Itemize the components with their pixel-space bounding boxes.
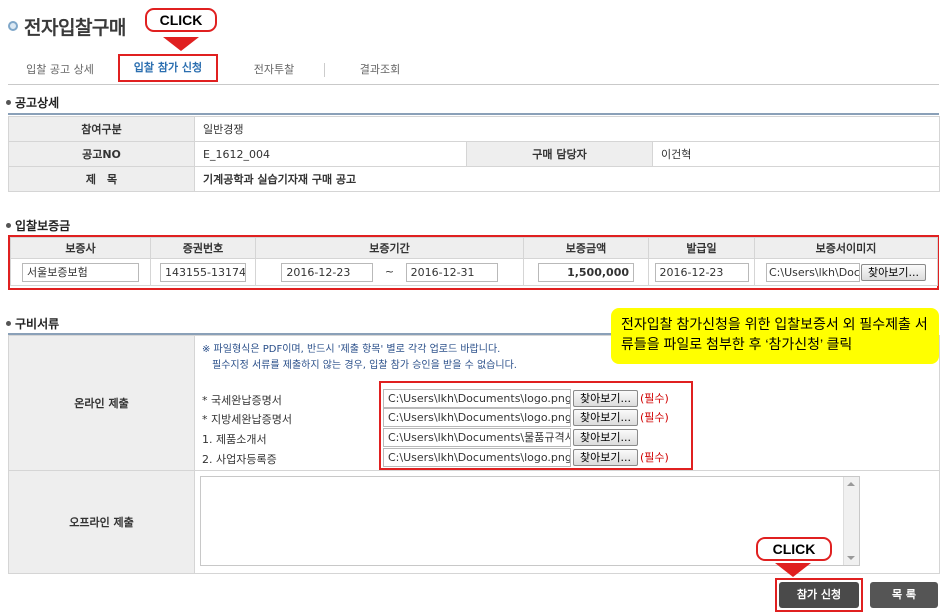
scroll-down-icon[interactable] bbox=[847, 556, 855, 560]
instruction-callout: 전자입찰 참가신청을 위한 입찰보증서 외 필수제출 서류들을 파일로 첨부한 … bbox=[611, 308, 939, 364]
participation-label: 참여구분 bbox=[8, 116, 195, 142]
tab-results[interactable]: 결과조회 bbox=[328, 55, 432, 85]
upload-notice-line1: ※ 파일형식은 PDF이며, 반드시 '제출 항목' 별로 각각 업로드 바랍니… bbox=[202, 344, 501, 355]
documents-section-heading: 구비서류 bbox=[6, 315, 59, 332]
tab-electronic-bidding[interactable]: 전자투찰 bbox=[226, 55, 322, 85]
section-bullet-icon bbox=[6, 223, 11, 228]
title-bullet-icon bbox=[8, 21, 18, 31]
documents-section-title: 구비서류 bbox=[15, 317, 60, 331]
issue-date-header: 발급일 bbox=[648, 237, 755, 259]
tab-callout-arrow-icon bbox=[163, 37, 199, 51]
required-mark: (필수) bbox=[639, 391, 669, 405]
subject-value: 기계공학과 실습기자재 구매 공고 bbox=[193, 166, 941, 192]
doc-file-path-national-tax[interactable]: C:\Users\lkh\Documents\logo.png bbox=[383, 389, 571, 408]
section-divider bbox=[8, 113, 939, 115]
doc-label-business-reg: 2. 사업자등록증 bbox=[202, 453, 277, 466]
amount-header: 보증금액 bbox=[523, 237, 649, 259]
upload-notice-line2: 필수지정 서류를 제출하지 않는 경우, 입찰 참가 승인을 받을 수 없습니다… bbox=[212, 360, 517, 371]
manager-value: 이건혁 bbox=[651, 141, 941, 167]
period-start-input[interactable]: 2016-12-23 bbox=[281, 262, 374, 282]
tab-click-callout: CLICK bbox=[145, 8, 217, 32]
notice-no-value: E_1612_004 bbox=[194, 141, 467, 167]
doc-file-row: C:\Users\lkh\Documents\logo.png 찾아보기... (필… bbox=[383, 448, 669, 467]
doc-file-path-business-reg[interactable]: C:\Users\lkh\Documents\logo.png bbox=[383, 448, 571, 467]
notice-no-label: 공고NO bbox=[8, 141, 195, 167]
required-mark: (필수) bbox=[639, 450, 669, 464]
period-separator: ~ bbox=[384, 265, 395, 278]
list-button[interactable]: 목 록 bbox=[870, 582, 938, 608]
guarantee-section-heading: 입찰보증금 bbox=[6, 217, 70, 234]
period-header: 보증기간 bbox=[255, 237, 524, 259]
section-bullet-icon bbox=[6, 321, 11, 326]
issue-date-input[interactable]: 2016-12-23 bbox=[654, 262, 749, 282]
guarantor-input[interactable]: 서울보증보험 bbox=[22, 262, 139, 282]
notice-detail-table: 참여구분 일반경쟁 공고NO E_1612_004 구매 담당자 이건혁 제 목… bbox=[8, 116, 941, 192]
required-mark: (필수) bbox=[639, 410, 669, 424]
browse-button-local-tax[interactable]: 찾아보기... bbox=[573, 409, 638, 426]
guarantee-image-path[interactable]: C:\Users\lkh\Docu bbox=[766, 262, 860, 282]
amount-input[interactable]: 1,500,000 bbox=[538, 262, 634, 282]
browse-button-business-reg[interactable]: 찾아보기... bbox=[573, 449, 638, 466]
scroll-up-icon[interactable] bbox=[847, 482, 855, 486]
doc-label-product-intro: 1. 제품소개서 bbox=[202, 433, 267, 446]
policy-no-header: 증권번호 bbox=[150, 237, 256, 259]
image-header: 보증서이미지 bbox=[754, 237, 938, 259]
browse-button-product-intro[interactable]: 찾아보기... bbox=[573, 429, 638, 446]
guarantee-table: 보증사 증권번호 보증기간 보증금액 발급일 보증서이미지 서울보증보험 143… bbox=[10, 237, 938, 286]
page-title: 전자입찰구매 bbox=[24, 17, 126, 39]
textarea-scrollbar[interactable] bbox=[843, 477, 859, 565]
doc-label-national-tax: * 국세완납증명서 bbox=[202, 394, 282, 407]
guarantor-header: 보증사 bbox=[10, 237, 151, 259]
participation-value: 일반경쟁 bbox=[193, 116, 941, 142]
doc-file-row: C:\Users\lkh\Documents\logo.png 찾아보기... (필… bbox=[383, 408, 669, 427]
online-submit-label: 온라인 제출 bbox=[8, 335, 195, 471]
tab-divider bbox=[324, 63, 325, 77]
manager-label: 구매 담당자 bbox=[466, 141, 653, 167]
notice-section-heading: 공고상세 bbox=[6, 94, 59, 111]
guarantee-section-title: 입찰보증금 bbox=[15, 219, 71, 233]
period-end-input[interactable]: 2016-12-31 bbox=[405, 262, 498, 282]
tab-bid-application[interactable]: 입찰 참가 신청 bbox=[118, 54, 218, 82]
submit-callout-arrow-icon bbox=[775, 563, 811, 577]
apply-button[interactable]: 참가 신청 bbox=[779, 582, 859, 608]
doc-label-local-tax: * 지방세완납증명서 bbox=[202, 413, 292, 426]
section-bullet-icon bbox=[6, 100, 11, 105]
doc-file-path-local-tax[interactable]: C:\Users\lkh\Documents\logo.png bbox=[383, 408, 571, 427]
tab-bar: 입찰 공고 상세 입찰 참가 신청 전자투찰 결과조회 bbox=[8, 54, 939, 85]
doc-file-path-product-intro[interactable]: C:\Users\lkh\Documents\물품규격서 bbox=[383, 428, 571, 447]
doc-file-row: C:\Users\lkh\Documents\logo.png 찾아보기... (필… bbox=[383, 389, 669, 408]
offline-submit-label: 오프라인 제출 bbox=[8, 470, 195, 574]
guarantee-image-browse-button[interactable]: 찾아보기... bbox=[861, 263, 926, 281]
notice-section-title: 공고상세 bbox=[15, 96, 60, 110]
policy-no-input[interactable]: 143155-13174 bbox=[160, 262, 246, 282]
guarantee-highlight-box: 보증사 증권번호 보증기간 보증금액 발급일 보증서이미지 서울보증보험 143… bbox=[8, 235, 939, 290]
doc-file-row: C:\Users\lkh\Documents\물품규격서 찾아보기... bbox=[383, 428, 638, 447]
submit-click-callout: CLICK bbox=[756, 537, 832, 561]
tab-notice-detail[interactable]: 입찰 공고 상세 bbox=[8, 55, 112, 85]
subject-label: 제 목 bbox=[8, 166, 195, 192]
browse-button-national-tax[interactable]: 찾아보기... bbox=[573, 390, 638, 407]
